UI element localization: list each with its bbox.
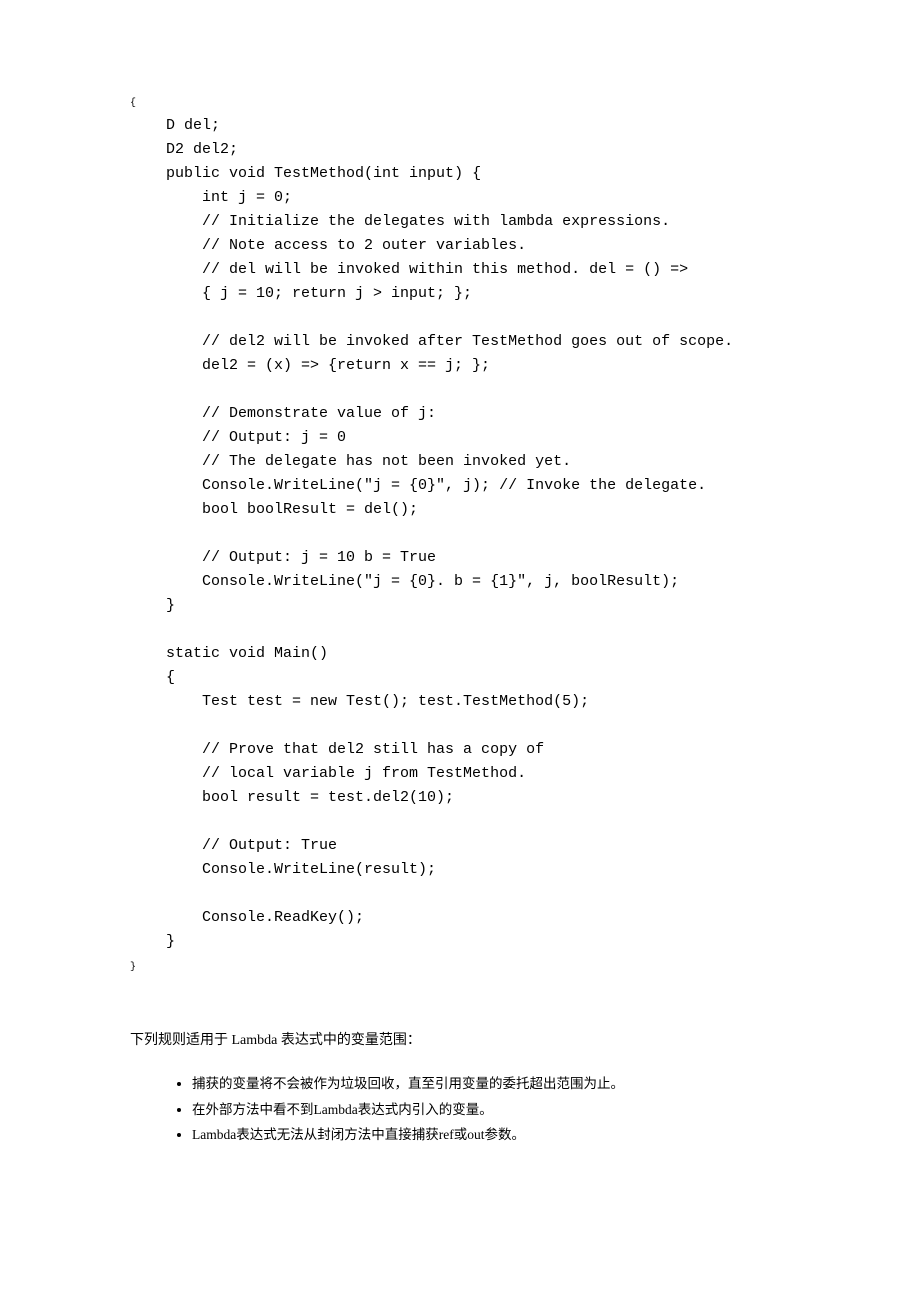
code-line: // del will be invoked within this metho… [130,261,688,278]
code-line: // Initialize the delegates with lambda … [130,213,670,230]
code-line: bool boolResult = del(); [130,501,418,518]
code-line: // Output: j = 10 b = True [130,549,436,566]
list-item: 在外部方法中看不到Lambda表达式内引入的变量。 [192,1097,790,1123]
code-line: // Output: j = 0 [130,429,346,446]
code-line: bool result = test.del2(10); [130,789,454,806]
code-line: D del; [130,117,220,134]
code-line: // Note access to 2 outer variables. [130,237,526,254]
code-line: } [130,962,136,973]
code-line: static void Main() [130,645,328,662]
code-line: public void TestMethod(int input) { [130,165,481,182]
code-line: // Demonstrate value of j: [130,405,436,422]
code-line: Console.ReadKey(); [130,909,364,926]
code-line: Console.WriteLine("j = {0}. b = {1}", j,… [130,573,679,590]
code-block: { D del; D2 del2; public void TestMethod… [130,90,790,978]
code-line: } [130,597,175,614]
list-item: Lambda表达式无法从封闭方法中直接捕获ref或out参数。 [192,1122,790,1148]
code-line: // del2 will be invoked after TestMethod… [130,333,733,350]
code-line: // The delegate has not been invoked yet… [130,453,571,470]
code-line: { [130,98,136,109]
code-line: int j = 0; [130,189,292,206]
code-line: del2 = (x) => {return x == j; }; [130,357,490,374]
code-line: // Output: True [130,837,337,854]
rules-list: 捕获的变量将不会被作为垃圾回收，直至引用变量的委托超出范围为止。 在外部方法中看… [130,1071,790,1148]
code-line: D2 del2; [130,141,238,158]
code-line: Console.WriteLine(result); [130,861,436,878]
code-line: { j = 10; return j > input; }; [130,285,472,302]
code-line: { [130,669,175,686]
list-item: 捕获的变量将不会被作为垃圾回收，直至引用变量的委托超出范围为止。 [192,1071,790,1097]
code-line: // Prove that del2 still has a copy of [130,741,544,758]
rules-paragraph: 下列规则适用于 Lambda 表达式中的变量范围： [130,1028,790,1053]
code-line: Console.WriteLine("j = {0}", j); // Invo… [130,477,706,494]
code-line: Test test = new Test(); test.TestMethod(… [130,693,589,710]
code-line: } [130,933,175,950]
code-line: // local variable j from TestMethod. [130,765,526,782]
